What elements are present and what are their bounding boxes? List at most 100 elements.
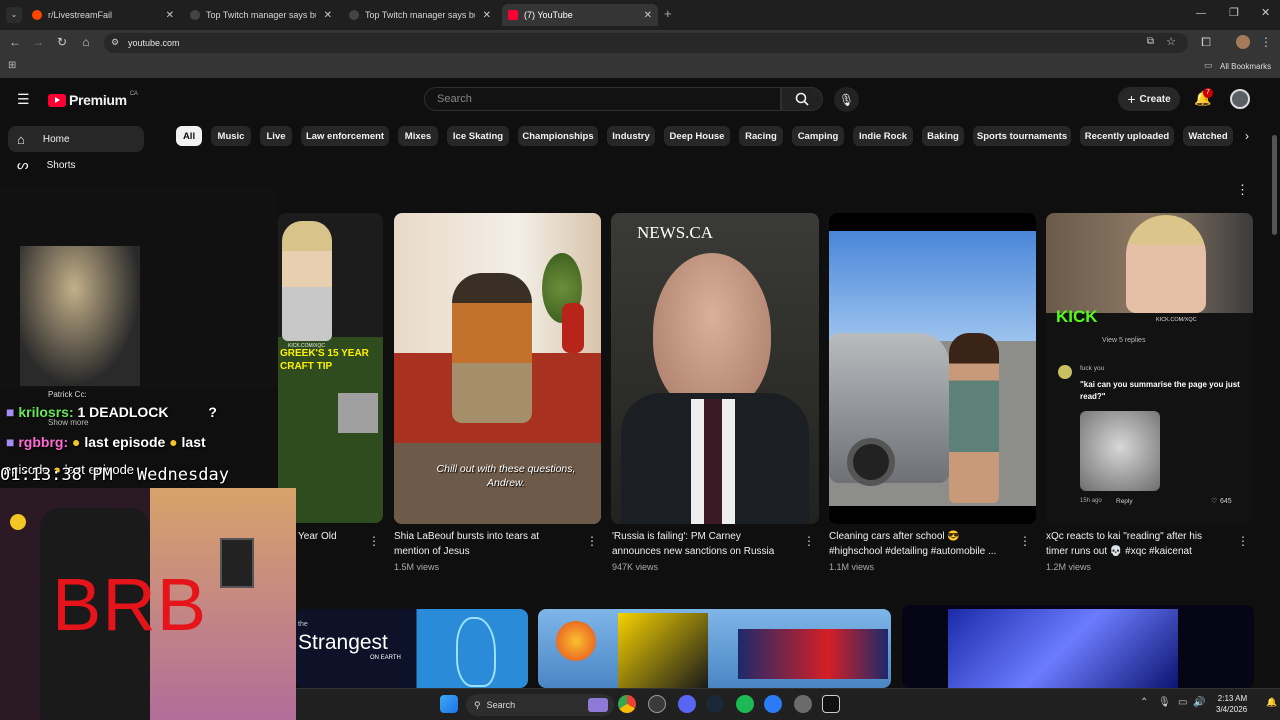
chip-indie-rock[interactable]: Indie Rock (853, 126, 913, 146)
taskbar-search-box[interactable]: ⚲ Search (466, 694, 614, 716)
sidebar-item-home[interactable]: ⌂ Home (8, 126, 144, 152)
profile-avatar[interactable] (1236, 35, 1250, 49)
bookmark-star-icon[interactable]: ☆ (1166, 35, 1176, 48)
short-menu-icon[interactable]: ⋮ (803, 534, 815, 548)
new-tab-plus-icon[interactable]: + (664, 6, 672, 21)
install-app-icon[interactable]: ⧉ (1147, 36, 1154, 47)
shorts-shelf-menu-icon[interactable]: ⋮ (1236, 182, 1249, 198)
chrome-app-icon[interactable] (618, 695, 636, 713)
steam-app-icon[interactable] (706, 695, 724, 713)
browser-tab-twitch-manager-1[interactable]: Top Twitch manager says buyin ✕ (184, 4, 338, 26)
notification-bell-icon[interactable]: 🔔 (1266, 697, 1277, 708)
capcut-app-icon[interactable] (822, 695, 840, 713)
network-tray-icon[interactable]: ▭ (1178, 697, 1187, 708)
account-avatar[interactable] (1230, 89, 1250, 109)
standing-girl (949, 333, 999, 503)
extensions-icon[interactable]: ⧠ (1199, 35, 1213, 49)
window-minimize-icon[interactable]: — (1196, 8, 1206, 19)
window-restore-icon[interactable]: ❐ (1229, 6, 1239, 19)
short-thumbnail-2[interactable]: Chill out with these questions, Andrew. (394, 213, 601, 524)
forward-arrow-icon[interactable]: → (31, 35, 45, 49)
chip-all[interactable]: All (176, 126, 202, 146)
sidebar-item-shorts[interactable]: ᔕ Shorts (8, 152, 144, 178)
spotify-app-icon[interactable] (736, 695, 754, 713)
close-tab-icon[interactable]: ✕ (483, 10, 491, 21)
voice-search-mic-icon[interactable]: 🎙 (834, 87, 859, 112)
apps-grid-icon[interactable]: ⊞ (8, 60, 16, 71)
address-bar-input[interactable]: ⚙ youtube.com ⧉ ☆ (104, 33, 1188, 53)
chip-live[interactable]: Live (260, 126, 292, 146)
all-bookmarks-label[interactable]: All Bookmarks (1220, 62, 1271, 71)
windows-start-icon[interactable] (440, 695, 458, 713)
chip-racing[interactable]: Racing (739, 126, 783, 146)
browser-tab-youtube[interactable]: (7) YouTube ✕ (502, 4, 658, 26)
chip-ice-skating[interactable]: Ice Skating (447, 126, 509, 146)
sky (829, 231, 1036, 341)
short-title-4[interactable]: Cleaning cars after school 😎 #highschool… (829, 529, 1019, 559)
chip-baking[interactable]: Baking (922, 126, 964, 146)
site-info-icon[interactable]: ⚙ (111, 37, 119, 48)
browser-menu-icon[interactable]: ⋮ (1259, 35, 1273, 49)
chip-recently-uploaded[interactable]: Recently uploaded (1080, 126, 1174, 146)
short-menu-icon[interactable]: ⋮ (368, 534, 380, 548)
youtube-premium-logo[interactable]: Premium CA (48, 90, 138, 110)
create-button[interactable]: + Create (1118, 87, 1180, 111)
taskbar-time: 2:13 AM (1217, 694, 1248, 703)
chip-music[interactable]: Music (211, 126, 251, 146)
volume-tray-icon[interactable]: 🔊 (1193, 697, 1205, 708)
short-menu-icon[interactable]: ⋮ (1019, 534, 1031, 548)
tray-chevron-icon[interactable]: ⌃ (1140, 697, 1148, 708)
stream-timestamp: 01:13:38 PM Wednesday (0, 465, 229, 485)
guide-menu-icon[interactable]: ☰ (17, 91, 30, 108)
brb-overlay-text: BRB (52, 563, 208, 646)
short-title-1[interactable]: Year Old (298, 529, 337, 544)
video-thumbnail-strangest[interactable]: the Strangest ON EARTH (296, 609, 528, 688)
thumb-heart-icon: ♡ (1211, 498, 1218, 505)
chip-camping[interactable]: Camping (792, 126, 844, 146)
search-input[interactable]: Search (424, 87, 781, 111)
settings-gear-icon[interactable] (794, 695, 812, 713)
chip-industry[interactable]: Industry (607, 126, 655, 146)
chip-sports-tournaments[interactable]: Sports tournaments (973, 126, 1071, 146)
home-icon[interactable]: ⌂ (79, 35, 93, 49)
short-title-5[interactable]: xQc reacts to kai "reading" after his ti… (1046, 529, 1236, 559)
chip-watched[interactable]: Watched (1183, 126, 1233, 146)
tab-title: (7) YouTube (524, 10, 573, 20)
title-line: #highschool #detailing #automobile ... (829, 546, 997, 557)
short-thumbnail-3[interactable]: NEWS.CA (611, 213, 819, 524)
browser-tab-livestreamfail[interactable]: r/LivestreamFail ✕ (26, 4, 180, 26)
messenger-app-icon[interactable] (764, 695, 782, 713)
all-bookmarks-folder-icon[interactable]: ▭ (1204, 60, 1213, 71)
video-thumbnail-retro-game[interactable] (902, 605, 1254, 688)
search-button[interactable] (781, 87, 823, 111)
close-tab-icon[interactable]: ✕ (166, 10, 174, 21)
window-close-icon[interactable]: ✕ (1261, 6, 1270, 19)
close-tab-icon[interactable]: ✕ (644, 10, 652, 21)
chip-law-enforcement[interactable]: Law enforcement (301, 126, 389, 146)
discord-app-icon[interactable] (678, 695, 696, 713)
right-scrollbar[interactable] (1272, 135, 1277, 235)
short-menu-icon[interactable]: ⋮ (586, 534, 598, 548)
short-menu-icon[interactable]: ⋮ (1237, 534, 1249, 548)
microphone-tray-icon[interactable]: 🎙 (1158, 697, 1171, 708)
short-title-3[interactable]: 'Russia is failing': PM Carney announces… (612, 529, 802, 559)
short-thumbnail-5[interactable]: KICK KICK.COM/XQC View 5 replies fuck yo… (1046, 213, 1253, 524)
thumb-reply: Reply (1116, 498, 1133, 505)
news-anchor-face (653, 253, 771, 413)
video-thumbnail-motogp[interactable] (538, 609, 891, 688)
close-tab-icon[interactable]: ✕ (324, 10, 332, 21)
chat-username: Patrick Cc: (48, 390, 87, 399)
chip-championships[interactable]: Championships (518, 126, 598, 146)
taskbar-clock[interactable]: 2:13 AM 3/4/2026 (1216, 693, 1247, 715)
chip-mixes[interactable]: Mixes (398, 126, 438, 146)
chip-deep-house[interactable]: Deep House (664, 126, 730, 146)
back-arrow-icon[interactable]: ← (8, 35, 22, 49)
browser-tab-twitch-manager-2[interactable]: Top Twitch manager says buyin ✕ (343, 4, 497, 26)
reload-icon[interactable]: ↻ (55, 35, 69, 49)
short-title-2[interactable]: Shia LaBeouf bursts into tears at mentio… (394, 529, 574, 559)
chips-next-chevron-icon[interactable]: › (1245, 129, 1249, 143)
tab-search-dropdown-icon[interactable]: ⌄ (6, 7, 22, 23)
app-icon[interactable] (648, 695, 666, 713)
short-thumbnail-4[interactable] (829, 213, 1036, 524)
chat-username: rgbbrg: (18, 434, 69, 450)
